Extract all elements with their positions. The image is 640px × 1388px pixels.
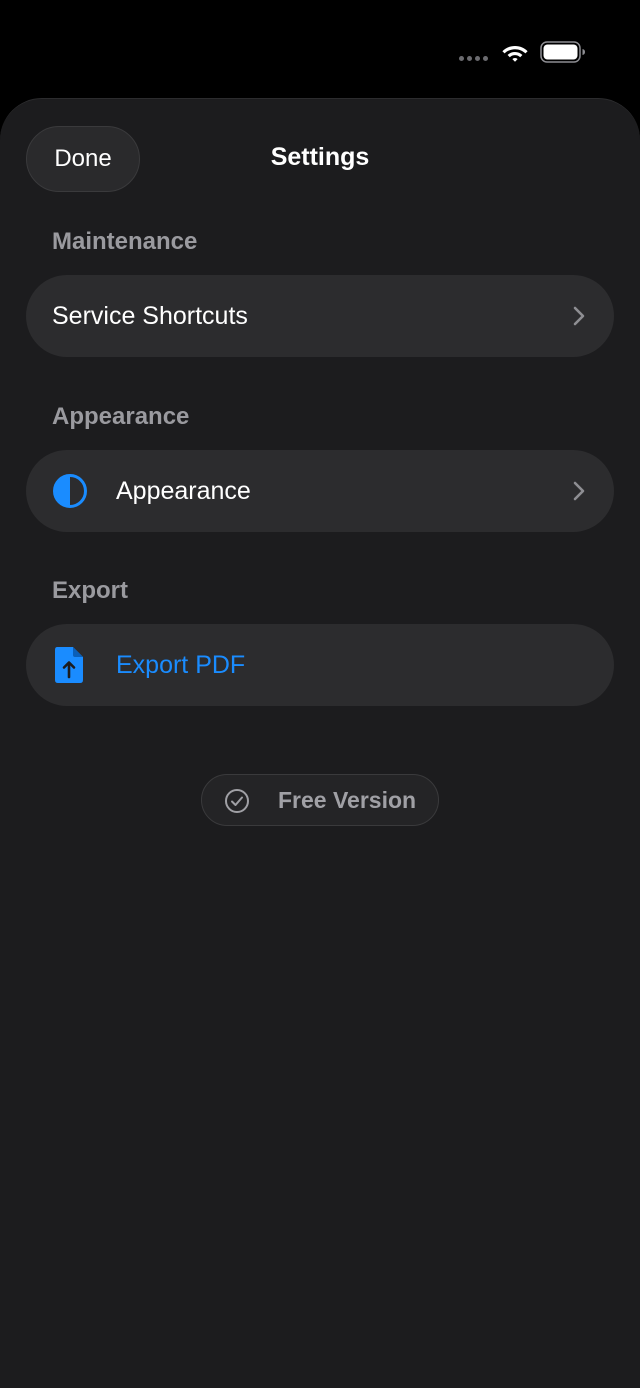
free-version-label: Free Version <box>278 786 417 813</box>
export-pdf-row[interactable]: Export PDF <box>26 624 614 706</box>
appearance-row[interactable]: Appearance <box>26 450 614 532</box>
checkmark-circle-icon <box>225 789 249 813</box>
section-header-maintenance: Maintenance <box>52 228 198 255</box>
appearance-label: Appearance <box>116 476 251 505</box>
section-header-export: Export <box>52 577 129 604</box>
done-button[interactable]: Done <box>26 126 140 192</box>
free-version-badge[interactable]: Free Version <box>201 774 439 826</box>
settings-screen: Done Settings Maintenance Service Shortc… <box>0 0 640 1388</box>
section-header-appearance: Appearance <box>52 403 190 430</box>
export-pdf-label: Export PDF <box>116 650 246 679</box>
half-circle-icon <box>52 473 88 509</box>
chevron-right-icon <box>573 481 585 501</box>
battery-icon <box>540 41 585 63</box>
document-upload-icon <box>54 646 84 684</box>
chevron-right-icon <box>573 306 585 326</box>
settings-sheet: Done Settings Maintenance Service Shortc… <box>0 98 640 1388</box>
service-shortcuts-row[interactable]: Service Shortcuts <box>26 275 614 357</box>
cellular-signal-icon <box>459 56 488 61</box>
wifi-icon <box>502 46 528 62</box>
service-shortcuts-label: Service Shortcuts <box>52 301 248 330</box>
status-bar <box>0 0 640 100</box>
